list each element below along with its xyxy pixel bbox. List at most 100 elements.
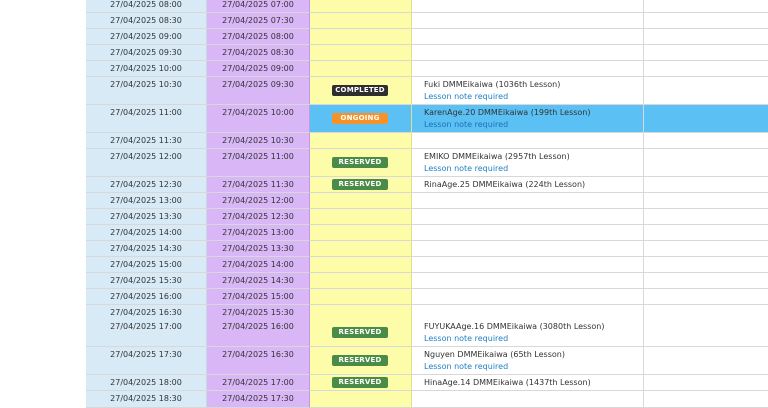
jst-time-text: 27/04/2025 12:00 [222,196,294,205]
status-cell [310,45,412,61]
extra-cell [644,273,768,289]
status-cell [310,225,412,241]
jst-time-text: 27/04/2025 10:30 [222,136,294,145]
jst-time-cell: 27/04/2025 08:00 [207,29,310,45]
lesson-note-link[interactable]: Lesson note required [424,164,508,173]
lesson-info-cell [412,241,644,257]
table-row: 27/04/2025 18:00 27/04/2025 17:00 RESERVED… [0,375,768,391]
status-cell [310,209,412,225]
jst-time-text: 27/04/2025 13:00 [222,228,294,237]
status-badge-ongoing[interactable]: ONGOING [332,113,388,124]
teacher-lesson-text: EMIKO DMMEikaiwa (2957th Lesson) [424,152,570,161]
lesson-info-cell [412,133,644,149]
lesson-info-cell [412,391,644,408]
table-row: 27/04/2025 18:30 27/04/2025 17:30 [0,391,768,408]
lesson-info-cell [412,61,644,77]
status-badge-reserved[interactable]: RESERVED [332,355,388,366]
jst-time-text: 27/04/2025 10:00 [222,108,294,117]
extra-cell [644,61,768,77]
lesson-note-link[interactable]: Lesson note required [424,334,508,343]
status-cell: RESERVED [310,177,412,193]
jst-time-text: 27/04/2025 08:30 [222,48,294,57]
status-cell [310,0,412,13]
local-time-text: 27/04/2025 18:30 [110,394,182,403]
status-cell [310,193,412,209]
status-badge-reserved[interactable]: RESERVED [332,157,388,168]
lesson-info-cell [412,193,644,209]
status-badge-completed[interactable]: COMPLETED [332,85,388,96]
jst-time-cell: 27/04/2025 07:00 [207,0,310,13]
lesson-note-link[interactable]: Lesson note required [424,362,508,371]
local-time-text: 27/04/2025 11:00 [110,108,182,117]
jst-time-text: 27/04/2025 16:30 [222,350,294,359]
extra-cell [644,45,768,61]
extra-cell [644,149,768,177]
jst-time-cell: 27/04/2025 17:00 [207,375,310,391]
local-time-cell: 27/04/2025 16:00 [86,289,207,305]
jst-time-text: 27/04/2025 07:00 [222,0,294,9]
lesson-schedule-table: 27/04/2025 08:00 27/04/2025 07:00 27/04/20… [0,0,768,408]
extra-cell [644,375,768,391]
local-time-cell: 27/04/2025 12:30 [86,177,207,193]
jst-time-text: 27/04/2025 09:00 [222,64,294,73]
table-row: 27/04/2025 10:00 27/04/2025 09:00 [0,61,768,77]
local-time-text: 27/04/2025 09:00 [110,32,182,41]
extra-cell [644,29,768,45]
lesson-info-cell [412,225,644,241]
lesson-note-link[interactable]: Lesson note required [424,92,508,101]
table-row: 27/04/2025 13:30 27/04/2025 12:30 [0,209,768,225]
teacher-lesson-text: HinaAge.14 DMMEikaiwa (1437th Lesson) [424,378,591,387]
table-row: 27/04/2025 09:00 27/04/2025 08:00 [0,29,768,45]
local-time-text: 27/04/2025 10:00 [110,64,182,73]
status-cell [310,241,412,257]
table-row: 27/04/2025 09:30 27/04/2025 08:30 [0,45,768,61]
lesson-info-cell [412,13,644,29]
jst-time-text: 27/04/2025 14:00 [222,260,294,269]
table-row: 27/04/2025 12:00 27/04/2025 11:00 RESERVED… [0,149,768,177]
table-row: 27/04/2025 15:30 27/04/2025 14:30 [0,273,768,289]
local-time-cell: 27/04/2025 17:30 [86,347,207,375]
table-row: 27/04/2025 11:00 27/04/2025 10:00 ONGOING K… [0,105,768,133]
lesson-info-cell: FUYUKAAge.16 DMMEikaiwa (3080th Lesson) L… [412,319,644,347]
status-cell [310,133,412,149]
local-time-cell: 27/04/2025 15:00 [86,257,207,273]
jst-time-text: 27/04/2025 13:30 [222,244,294,253]
teacher-lesson-text: FUYUKAAge.16 DMMEikaiwa (3080th Lesson) [424,322,605,331]
status-cell [310,273,412,289]
status-badge-reserved[interactable]: RESERVED [332,327,388,338]
jst-time-cell: 27/04/2025 11:00 [207,149,310,177]
jst-time-text: 27/04/2025 17:30 [222,394,294,403]
jst-time-cell: 27/04/2025 08:30 [207,45,310,61]
local-time-text: 27/04/2025 14:30 [110,244,182,253]
lesson-info-cell: Fuki DMMEikaiwa (1036th Lesson) Lesson no… [412,77,644,105]
jst-time-text: 27/04/2025 11:00 [222,152,294,161]
extra-cell [644,225,768,241]
lesson-info-cell [412,0,644,13]
status-cell: RESERVED [310,149,412,177]
lesson-info-cell [412,273,644,289]
table-row: 27/04/2025 08:00 27/04/2025 07:00 [0,0,768,13]
teacher-lesson-text: Fuki DMMEikaiwa (1036th Lesson) [424,80,561,89]
local-time-text: 27/04/2025 09:30 [110,48,182,57]
local-time-cell: 27/04/2025 12:00 [86,149,207,177]
jst-time-text: 27/04/2025 15:30 [222,308,294,317]
table-row: 27/04/2025 17:00 27/04/2025 16:00 RESERVED… [0,319,768,347]
jst-time-cell: 27/04/2025 12:30 [207,209,310,225]
extra-cell [644,241,768,257]
jst-time-text: 27/04/2025 17:00 [222,378,294,387]
local-time-cell: 27/04/2025 13:30 [86,209,207,225]
local-time-text: 27/04/2025 15:30 [110,276,182,285]
status-badge-reserved[interactable]: RESERVED [332,377,388,388]
jst-time-cell: 27/04/2025 17:30 [207,391,310,408]
status-badge-reserved[interactable]: RESERVED [332,179,388,190]
table-row: 27/04/2025 13:00 27/04/2025 12:00 [0,193,768,209]
extra-cell [644,209,768,225]
local-time-cell: 27/04/2025 11:30 [86,133,207,149]
lesson-info-cell: KarenAge.20 DMMEikaiwa (199th Lesson) Les… [412,105,644,133]
table-row: 27/04/2025 14:30 27/04/2025 13:30 [0,241,768,257]
extra-cell [644,193,768,209]
local-time-cell: 27/04/2025 14:30 [86,241,207,257]
status-cell: RESERVED [310,375,412,391]
lesson-note-link[interactable]: Lesson note required [424,120,508,129]
extra-cell [644,289,768,305]
